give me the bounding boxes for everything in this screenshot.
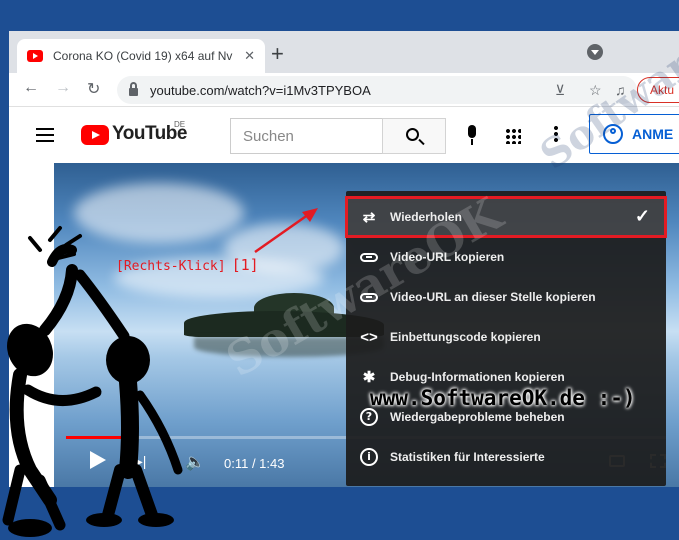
volume-icon[interactable]: 🔈 [185,452,205,472]
softwareok-watermark: www.SoftwareOK.de :-) [370,386,636,410]
apps-grid-icon[interactable] [505,128,521,144]
right-click-label: [Rechts-Klick] [116,259,226,274]
youtube-favicon-icon [27,50,43,62]
search-icon [406,128,419,141]
checkmark-icon: ✓ [634,206,650,226]
menu-item-label: Einbettungscode kopieren [390,330,541,344]
menu-item-label: Video-URL an dieser Stelle kopieren [390,290,596,304]
bug-icon: ✱ [362,369,376,386]
right-click-annotation: [Rechts-Klick] [1] [116,256,259,274]
tab-title: Corona KO (Covid 19) x64 auf Nv [53,49,233,63]
play-icon[interactable] [90,451,106,469]
menu-item-label: Debug-Informationen kopieren [390,370,565,384]
reload-icon[interactable]: ↻ [87,79,100,99]
step-number: [1] [231,256,259,274]
loop-icon: ⇄ [362,209,376,226]
sky-cloud [74,183,244,243]
sign-in-label: ANME [632,126,674,142]
region-code: DE [174,120,186,129]
back-arrow-icon[interactable]: ← [23,79,39,97]
microphone-icon[interactable] [468,125,476,145]
install-app-icon[interactable]: ⊻ [555,82,565,99]
search-input[interactable]: Suchen [230,118,383,154]
lock-icon [129,82,138,96]
question-mark-icon: ? [360,408,378,426]
tab-search-icon[interactable] [587,44,603,60]
tab-strip: Corona KO (Covid 19) x64 auf Nv ✕ + [9,31,679,73]
forward-arrow-icon[interactable]: → [55,79,71,97]
browser-tab[interactable]: Corona KO (Covid 19) x64 auf Nv ✕ [17,39,265,73]
close-tab-icon[interactable]: ✕ [244,48,255,64]
url-text: youtube.com/watch?v=i1Mv3TPYBOA [150,82,371,98]
menu-item-label: Statistiken für Interessierte [390,450,545,464]
menu-item-label: Wiedergabeprobleme beheben [390,410,565,424]
menu-item-stats[interactable]: i Statistiken für Interessierte [346,437,666,477]
embed-code-icon: <> [360,328,378,346]
info-icon: i [360,448,378,466]
new-tab-button[interactable]: + [271,41,284,67]
browser-toolbar: ← → ↻ youtube.com/watch?v=i1Mv3TPYBOA ⊻ … [9,73,679,107]
info-icon-wrap: i [358,446,380,468]
search-button[interactable] [382,118,446,154]
address-bar[interactable]: youtube.com/watch?v=i1Mv3TPYBOA ⊻ ☆ ♫ [117,76,637,104]
time-display: 0:11 / 1:43 [224,456,285,471]
next-icon[interactable]: ▶| [132,453,146,470]
menu-icon[interactable] [36,128,54,142]
youtube-logo-icon[interactable] [81,125,109,145]
progress-fill [66,436,131,439]
menu-item-copy-embed[interactable]: <> Einbettungscode kopieren [346,317,666,357]
